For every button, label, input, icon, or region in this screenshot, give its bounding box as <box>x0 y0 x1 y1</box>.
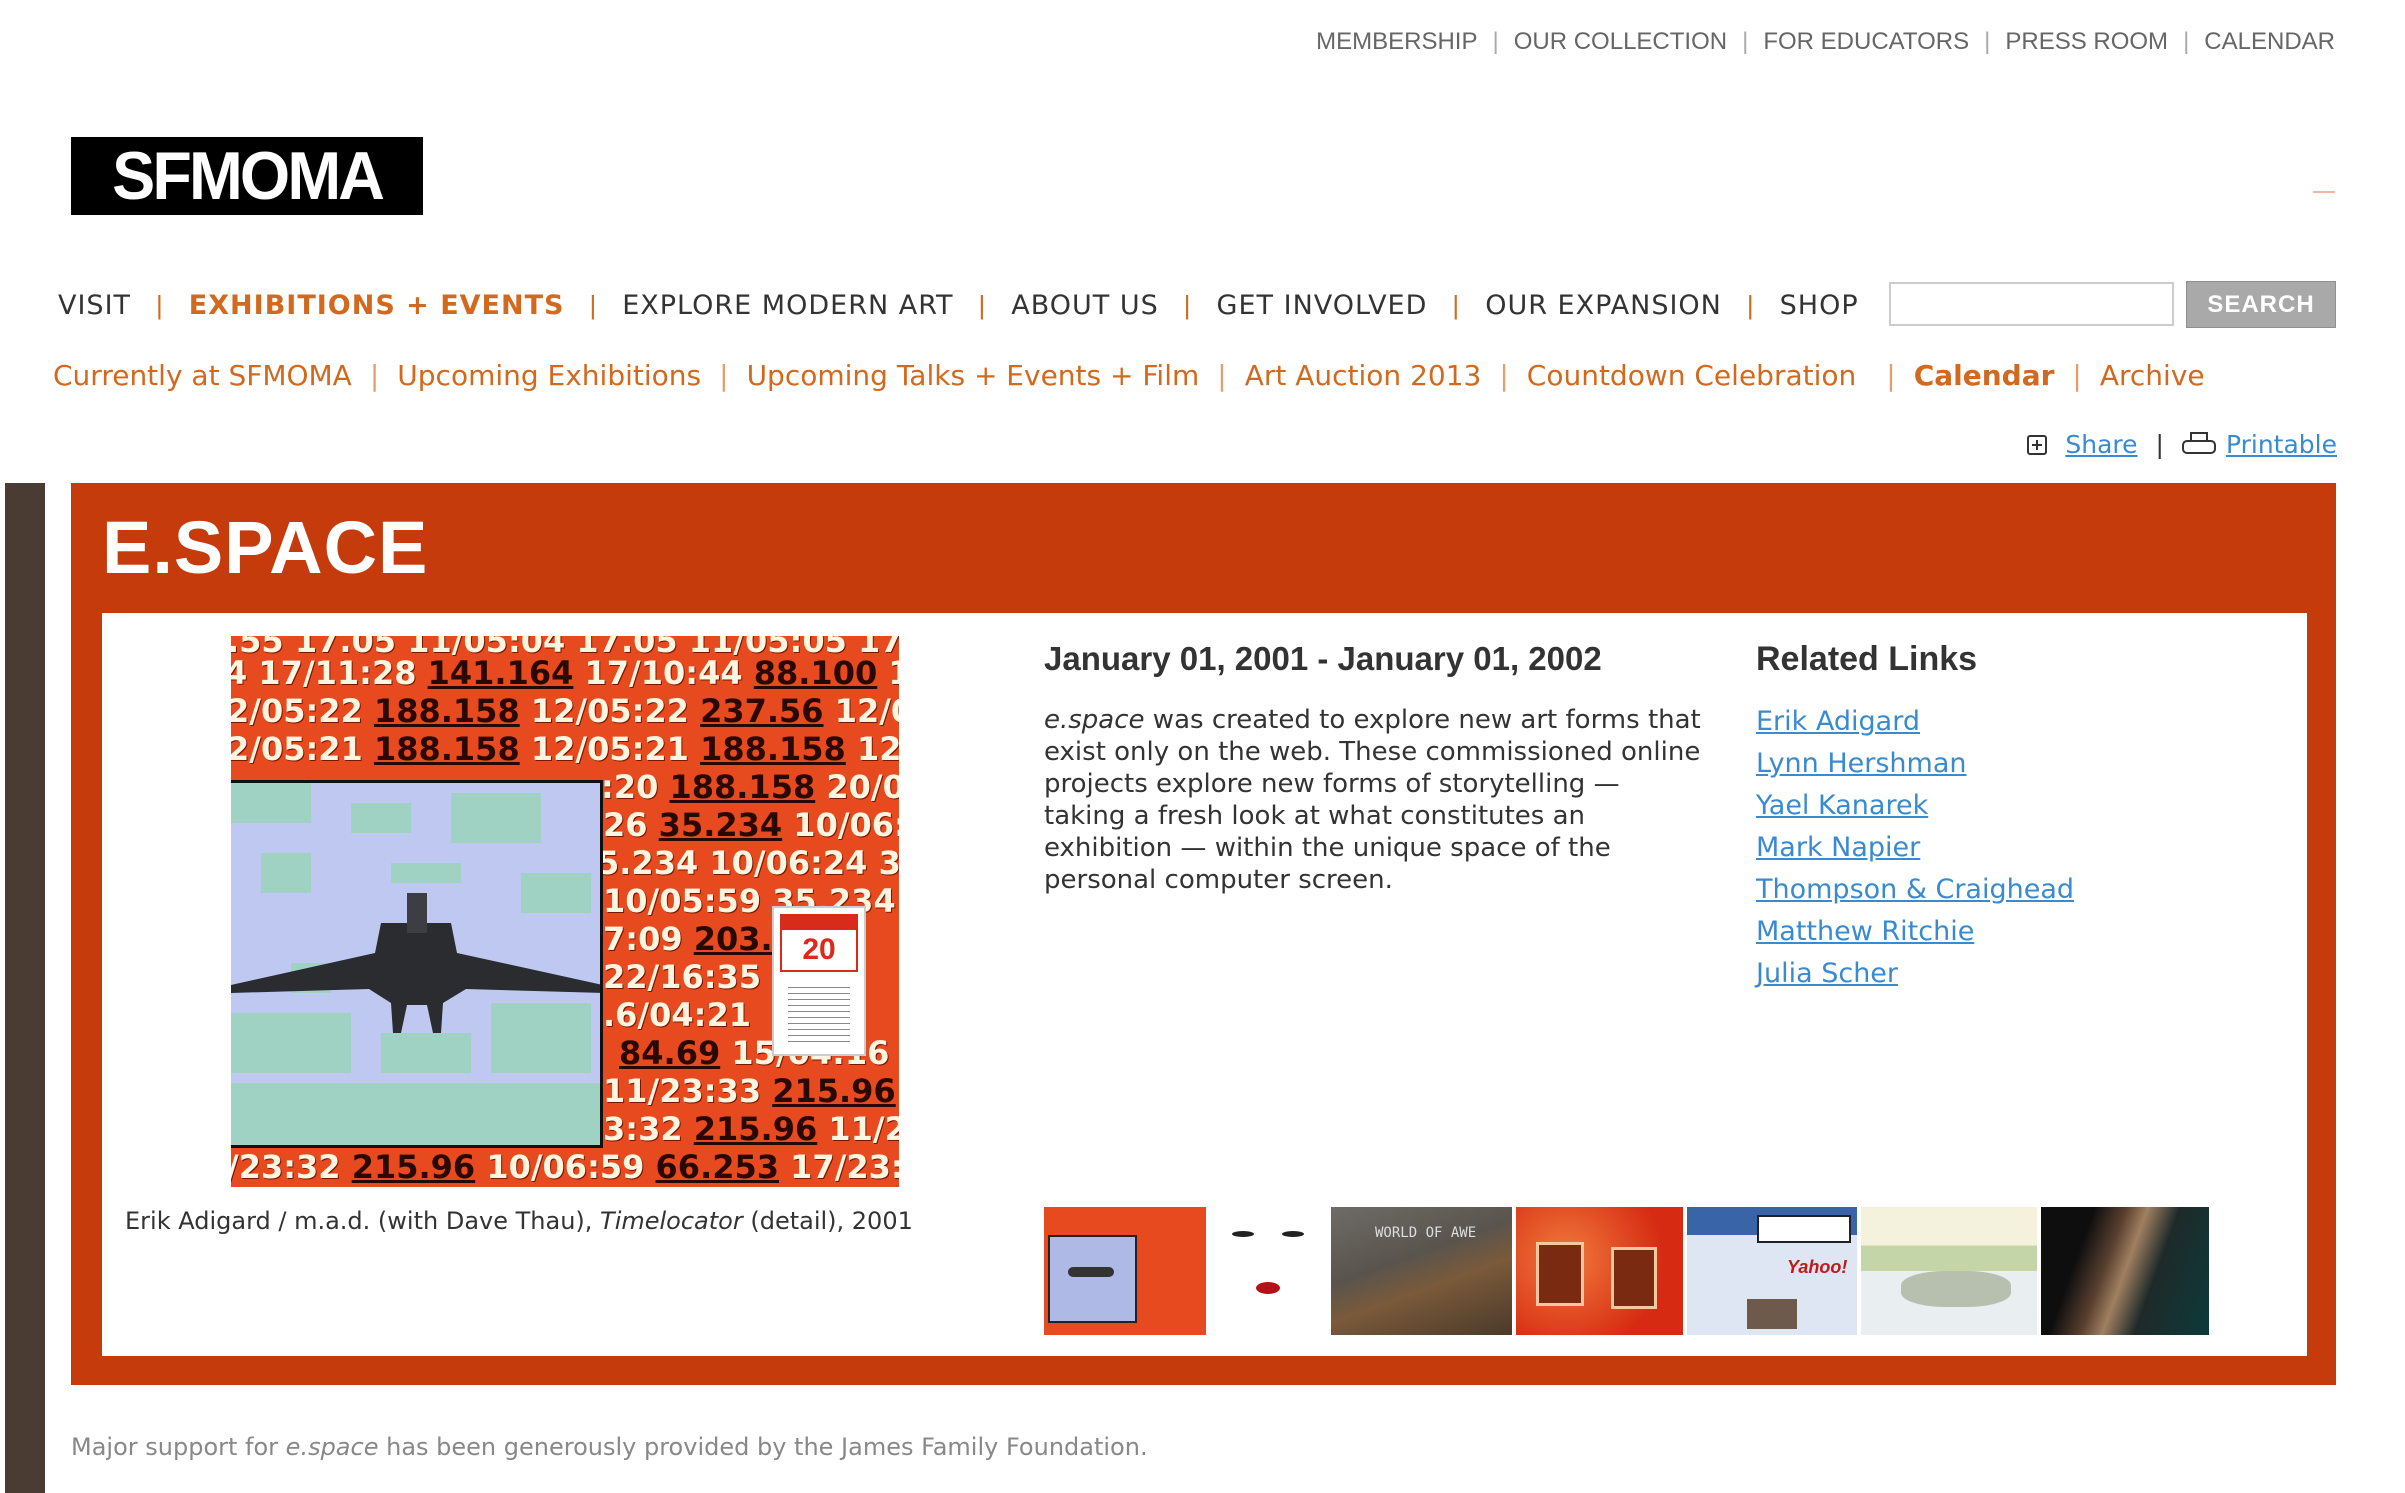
sub-nav: Currently at SFMOMA | Upcoming Exhibitio… <box>53 359 2223 392</box>
subnav-currently-at-sfmoma[interactable]: Currently at SFMOMA <box>53 359 370 392</box>
separator: | <box>589 290 598 320</box>
footer-text: has been generously provided by the Jame… <box>378 1433 1148 1461</box>
subnav-countdown-celebration[interactable]: Countdown Celebration <box>1509 359 1886 392</box>
subnav-art-auction-2013[interactable]: Art Auction 2013 <box>1227 359 1500 392</box>
separator: | <box>1217 359 1227 392</box>
art-pattern-row: 2/05:21 188.158 12/05:21 188.158 12/0 <box>231 730 899 768</box>
art-pattern-row: 26 35.234 10/06:2 <box>603 806 899 844</box>
footer-em: e.space <box>285 1433 379 1461</box>
share-link[interactable]: Share <box>2065 430 2137 459</box>
related-link-matthew-ritchie[interactable]: Matthew Ritchie <box>1756 916 2074 958</box>
printable-link[interactable]: Printable <box>2226 430 2337 459</box>
separator: | <box>369 359 380 392</box>
separator: | <box>2155 430 2164 459</box>
left-edge-bar <box>5 483 45 1493</box>
related-links-heading: Related Links <box>1756 640 1978 678</box>
separator: | <box>978 290 987 320</box>
fighter-jet-icon <box>231 893 600 1033</box>
decorative-mark <box>2313 191 2335 193</box>
related-link-mark-napier[interactable]: Mark Napier <box>1756 832 2074 874</box>
logo-text: SFMOMA <box>112 138 385 214</box>
thumb-timelocator[interactable] <box>1044 1207 1206 1335</box>
ticket-graphic: 20 <box>772 906 866 1056</box>
art-pattern-row: .6/04:21 <box>603 996 751 1034</box>
nav-get-involved[interactable]: GET INVOLVED <box>1192 290 1453 321</box>
utility-link-calendar[interactable]: CALENDAR <box>2189 28 2335 56</box>
utility-link-our-collection[interactable]: OUR COLLECTION <box>1499 28 1742 56</box>
separator: | <box>1183 290 1192 320</box>
subnav-calendar[interactable]: Calendar <box>1896 359 2073 392</box>
exhibition-description: e.space was created to explore new art f… <box>1044 704 1704 896</box>
nav-explore-modern-art[interactable]: EXPLORE MODERN ART <box>597 290 978 321</box>
thumbnail-strip: WORLD OF AWE Yahoo! <box>1044 1207 2209 1335</box>
thumb-dark-abstract[interactable] <box>2041 1207 2209 1335</box>
art-pattern-row: 22/16:35 <box>603 958 762 996</box>
printer-icon[interactable] <box>2181 431 2216 458</box>
nav-about-us[interactable]: ABOUT US <box>986 290 1184 321</box>
separator: | <box>156 290 164 320</box>
caption-text: (detail), 2001 <box>742 1207 913 1235</box>
footer-text: Major support for <box>71 1433 286 1461</box>
utility-link-press-room[interactable]: PRESS ROOM <box>1990 28 2183 56</box>
thumb-red-frames[interactable] <box>1516 1207 1683 1335</box>
utility-nav: MEMBERSHIP | OUR COLLECTION | FOR EDUCAT… <box>1301 28 2335 56</box>
related-links-list: Erik Adigard Lynn Hershman Yael Kanarek … <box>1756 706 2074 1000</box>
nav-exhibitions-events[interactable]: EXHIBITIONS + EVENTS <box>164 290 590 321</box>
search-button[interactable]: SEARCH <box>2186 281 2336 328</box>
separator: | <box>719 359 729 392</box>
exhibition-title: E.SPACE <box>102 506 429 589</box>
art-pattern-row: 11/23:33 215.96 1 <box>603 1072 896 1110</box>
fighter-jet-inset <box>231 780 603 1148</box>
artwork-image: .55 17.05 11/05:04 17.05 11/05:05 17.0 4… <box>231 636 899 1187</box>
nav-visit[interactable]: VISIT <box>55 290 156 321</box>
subnav-upcoming-exhibitions[interactable]: Upcoming Exhibitions <box>379 359 719 392</box>
related-link-erik-adigard[interactable]: Erik Adigard <box>1756 706 2074 748</box>
ticket-number: 20 <box>780 928 858 972</box>
subnav-archive[interactable]: Archive <box>2082 359 2223 392</box>
subnav-upcoming-talks-events-film[interactable]: Upcoming Talks + Events + Film <box>729 359 1218 392</box>
nav-shop[interactable]: SHOP <box>1755 290 1884 321</box>
related-link-julia-scher[interactable]: Julia Scher <box>1756 958 2074 1000</box>
thumb-landscape[interactable] <box>1861 1207 2037 1335</box>
separator: | <box>2072 359 2082 392</box>
thumb-yahoo-browser[interactable]: Yahoo! <box>1687 1207 1857 1335</box>
caption-artwork-title: Timelocator <box>600 1207 743 1235</box>
separator: | <box>1499 359 1509 392</box>
utility-link-membership[interactable]: MEMBERSHIP <box>1301 28 1492 56</box>
related-link-yael-kanarek[interactable]: Yael Kanarek <box>1756 790 2074 832</box>
separator: | <box>1886 359 1896 392</box>
art-pattern-row: :20 188.158 20/0 <box>601 768 899 806</box>
artwork-caption: Erik Adigard / m.a.d. (with Dave Thau), … <box>125 1207 913 1235</box>
utility-link-for-educators[interactable]: FOR EDUCATORS <box>1748 28 1984 56</box>
art-pattern-row: 2/05:22 188.158 12/05:22 237.56 12/0 <box>231 692 899 730</box>
nav-our-expansion[interactable]: OUR EXPANSION <box>1460 290 1747 321</box>
caption-text: Erik Adigard / m.a.d. (with Dave Thau), <box>125 1207 601 1235</box>
separator: | <box>1746 290 1755 320</box>
related-link-thompson-craighead[interactable]: Thompson & Craighead <box>1756 874 2074 916</box>
page-tools: Share | Printable <box>2027 430 2337 459</box>
thumb-world-of-awe[interactable]: WORLD OF AWE <box>1331 1207 1512 1335</box>
footer-credit: Major support for e.space has been gener… <box>71 1433 1148 1461</box>
plus-box-icon[interactable] <box>2027 434 2048 455</box>
art-pattern-row: /23:32 215.96 10/06:59 66.253 17/23:3 <box>231 1148 899 1186</box>
separator: | <box>1452 290 1461 320</box>
main-nav: VISIT | EXHIBITIONS + EVENTS | EXPLORE M… <box>55 290 1884 321</box>
art-pattern-row: 4 17/11:28 141.164 17/10:44 88.100 17 <box>231 654 899 692</box>
related-link-lynn-hershman[interactable]: Lynn Hershman <box>1756 748 2074 790</box>
art-pattern-row: 5.234 10/06:24 35 <box>597 844 899 882</box>
description-em: e.space <box>1044 705 1145 735</box>
exhibition-dates: January 01, 2001 - January 01, 2002 <box>1044 640 1602 677</box>
thumb-face[interactable] <box>1210 1207 1327 1335</box>
search-input[interactable] <box>1889 282 2174 326</box>
art-pattern-row: 3:32 215.96 11/2 <box>603 1110 899 1148</box>
art-pattern-row: 7:09 203. <box>603 920 773 958</box>
sfmoma-logo[interactable]: SFMOMA <box>71 137 423 215</box>
